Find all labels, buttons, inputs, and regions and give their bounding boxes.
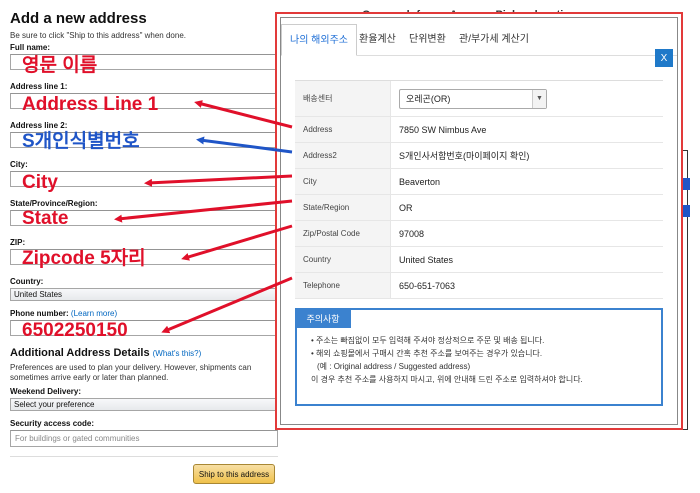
- security-input[interactable]: For buildings or gated communities: [10, 430, 278, 447]
- row-key: State/Region: [295, 195, 391, 220]
- address2-label: Address line 2:: [10, 121, 68, 130]
- notice-lines: • 주소는 빠짐없이 모두 입력해 주셔야 정상적으로 주문 및 배송 됩니다.…: [311, 334, 583, 386]
- row-value: 7850 SW Nimbus Ave: [399, 124, 487, 135]
- preferences-text: Preferences are used to plan your delive…: [10, 363, 252, 382]
- phone-label: Phone number: (Learn more): [10, 309, 117, 318]
- form-title: Add a new address: [10, 10, 147, 27]
- annotation-address1: Address Line 1: [22, 94, 159, 115]
- learn-more-link[interactable]: (Learn more): [71, 309, 117, 318]
- modal-tabs: 나의 해외주소 환율계산 단위변환 관/부가세 계산기: [281, 18, 677, 56]
- country-select[interactable]: United States: [10, 288, 278, 301]
- form-subtitle: Be sure to click "Ship to this address" …: [10, 31, 186, 40]
- security-placeholder: For buildings or gated communities: [15, 434, 140, 443]
- modal-inner: 나의 해외주소 환율계산 단위변환 관/부가세 계산기 X 배송센터 오레곤(O…: [280, 17, 678, 425]
- chevron-down-icon: ▼: [532, 89, 546, 108]
- ship-to-address-button[interactable]: Ship to this address: [193, 464, 275, 484]
- table-row: Zip/Postal Code 97008: [295, 221, 663, 247]
- row-key: 배송센터: [295, 81, 391, 116]
- tab-unit-conversion[interactable]: 단위변환: [409, 30, 446, 45]
- whats-this-link[interactable]: (What's this?): [153, 349, 202, 358]
- row-key: Country: [295, 247, 391, 272]
- shipping-center-select[interactable]: 오레곤(OR) ▼: [399, 88, 547, 109]
- overseas-address-modal: 나의 해외주소 환율계산 단위변환 관/부가세 계산기 X 배송센터 오레곤(O…: [275, 12, 683, 430]
- state-label: State/Province/Region:: [10, 199, 98, 208]
- annotation-address2: S개인식별번호: [22, 131, 140, 152]
- notice-box: 주의사항 • 주소는 빠짐없이 모두 입력해 주셔야 정상적으로 주문 및 배송…: [295, 308, 663, 406]
- row-value: S개인사서함번호(마이페이지 확인): [399, 151, 530, 161]
- address1-label: Address line 1:: [10, 82, 68, 91]
- row-value: Beaverton: [399, 176, 441, 187]
- table-row: Country United States: [295, 247, 663, 273]
- notice-line: 이 경우 추천 주소를 사용하지 마시고, 위에 안내해 드린 주소로 입력하셔…: [311, 375, 583, 384]
- notice-line: (예 : Original address / Suggested addres…: [317, 362, 471, 371]
- address-table: 배송센터 오레곤(OR) ▼ Address 7850 SW Nimbus Av…: [295, 80, 663, 299]
- additional-details-text: Additional Address Details: [10, 347, 150, 359]
- additional-details-title: Additional Address Details (What's this?…: [10, 347, 201, 359]
- notice-line: • 해외 쇼핑몰에서 구매시 간혹 추천 주소를 보여주는 경우가 있습니다.: [311, 349, 543, 358]
- shipping-center-value: 오레곤(OR): [406, 94, 451, 104]
- row-key: Address2: [295, 143, 391, 168]
- annotation-state: State: [22, 208, 69, 229]
- security-label: Security access code:: [10, 419, 95, 428]
- phone-label-text: Phone number:: [10, 309, 69, 318]
- row-value: 650-651-7063: [399, 280, 456, 291]
- annotation-full-name: 영문 이름: [22, 55, 98, 76]
- tab-exchange-rate[interactable]: 환율계산: [359, 30, 396, 45]
- weekend-select[interactable]: Select your preference: [10, 398, 278, 411]
- row-value: 97008: [399, 228, 425, 239]
- row-value: 오레곤(OR) ▼: [399, 81, 547, 116]
- table-row: Address 7850 SW Nimbus Ave: [295, 117, 663, 143]
- table-row: Telephone 650-651-7063: [295, 273, 663, 299]
- row-key: Address: [295, 117, 391, 142]
- annotation-zip: Zipcode 5자리: [22, 248, 146, 269]
- tab-tax-calculator[interactable]: 관/부가세 계산기: [459, 30, 529, 45]
- notice-title: 주의사항: [295, 308, 351, 328]
- tab-my-overseas-address[interactable]: 나의 해외주소: [281, 24, 357, 56]
- table-row: State/Region OR: [295, 195, 663, 221]
- row-key: Telephone: [295, 273, 391, 298]
- table-row: Address2 S개인사서함번호(마이페이지 확인): [295, 143, 663, 169]
- annotation-phone: 6502250150: [22, 320, 128, 341]
- weekend-label: Weekend Delivery:: [10, 387, 81, 396]
- row-value: United States: [399, 254, 454, 265]
- table-row: City Beaverton: [295, 169, 663, 195]
- annotation-city: City: [22, 172, 58, 193]
- notice-line: • 주소는 빠짐없이 모두 입력해 주셔야 정상적으로 주문 및 배송 됩니다.: [311, 336, 545, 345]
- full-name-label: Full name:: [10, 43, 51, 52]
- row-value: OR: [399, 202, 413, 213]
- row-key: City: [295, 169, 391, 194]
- zip-label: ZIP:: [10, 238, 26, 247]
- city-label: City:: [10, 160, 28, 169]
- form-divider: [10, 456, 278, 457]
- table-row: 배송센터 오레곤(OR) ▼: [295, 81, 663, 117]
- close-button[interactable]: X: [655, 49, 673, 67]
- country-label: Country:: [10, 277, 44, 286]
- row-key: Zip/Postal Code: [295, 221, 391, 246]
